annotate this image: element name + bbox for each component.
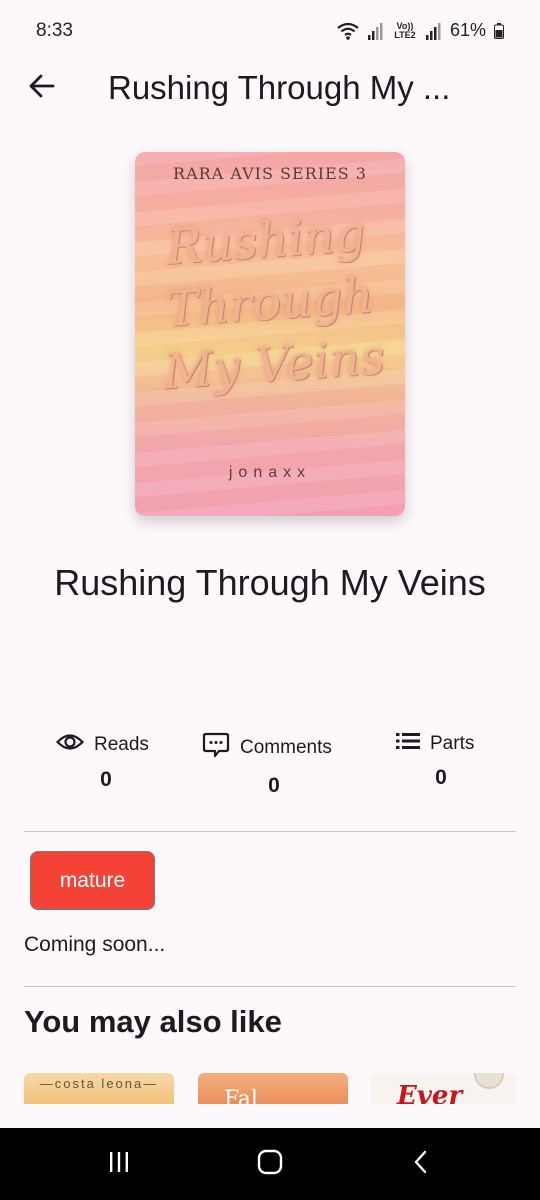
stat-comments-label: Comments: [240, 737, 332, 758]
cover-decoration: [474, 1073, 504, 1089]
stats-row: Reads 0 Comments 0 Parts 0: [0, 732, 540, 802]
status-bar: 8:33 Vo)) LTE2 61%: [0, 0, 540, 60]
stat-comments-value: 0: [268, 774, 280, 797]
stat-reads-value: 0: [100, 768, 112, 791]
battery-icon: [494, 22, 504, 39]
recommendation-cover-text: —costa leona—: [39, 1076, 159, 1091]
book-title: Rushing Through My Veins: [54, 562, 486, 603]
volte-label: Vo)) LTE2: [394, 20, 416, 40]
battery-percent: 61%: [449, 20, 486, 40]
recommendation-cover-text: Ever: [397, 1081, 463, 1104]
recommendation-card[interactable]: Ever: [371, 1073, 516, 1104]
back-button[interactable]: [22, 68, 62, 108]
app-bar-title: Rushing Through My ...: [108, 69, 451, 106]
home-button[interactable]: [250, 1148, 290, 1180]
description-text: Coming soon...: [24, 933, 166, 956]
recents-icon: [106, 1149, 132, 1180]
comment-icon: [202, 732, 230, 764]
divider: [24, 831, 516, 832]
system-nav-bar: [0, 1128, 540, 1200]
stat-parts-value: 0: [435, 766, 447, 789]
signal-icon: [367, 22, 384, 40]
app-bar: Rushing Through My ...: [0, 60, 540, 116]
divider: [24, 986, 516, 987]
home-icon: [256, 1148, 284, 1181]
arrow-back-icon: [28, 72, 56, 105]
cover-series-text: RARA AVIS SERIES 3: [173, 164, 367, 183]
cover-title-text: Rushing Through My Veins: [162, 206, 387, 401]
wifi-icon: [336, 21, 360, 41]
stat-reads: Reads 0: [55, 732, 156, 792]
stat-reads-label: Reads: [94, 734, 149, 755]
nav-back-button[interactable]: [401, 1148, 441, 1180]
list-icon: [396, 732, 420, 756]
signal-icon-2: [425, 22, 442, 40]
eye-icon: [55, 732, 85, 758]
stat-comments: Comments 0: [202, 732, 346, 798]
status-icons: Vo)) LTE2 61%: [336, 20, 504, 41]
recommendations-title: You may also like: [24, 1004, 282, 1039]
recents-button[interactable]: [99, 1148, 139, 1180]
cover-author-text: jonaxx: [228, 464, 312, 481]
status-time: 8:33: [36, 20, 73, 41]
stat-parts-label: Parts: [430, 733, 475, 754]
recommendation-card[interactable]: —costa leona—: [24, 1073, 174, 1104]
book-cover: RARA AVIS SERIES 3 Rushing Through My Ve…: [135, 152, 405, 516]
recommendation-cover-text: Fal: [224, 1087, 258, 1104]
recommendation-card[interactable]: Fal: [198, 1073, 348, 1104]
stat-parts: Parts 0: [396, 732, 486, 790]
back-chevron-icon: [410, 1149, 432, 1180]
mature-tag-chip[interactable]: mature: [30, 851, 155, 910]
